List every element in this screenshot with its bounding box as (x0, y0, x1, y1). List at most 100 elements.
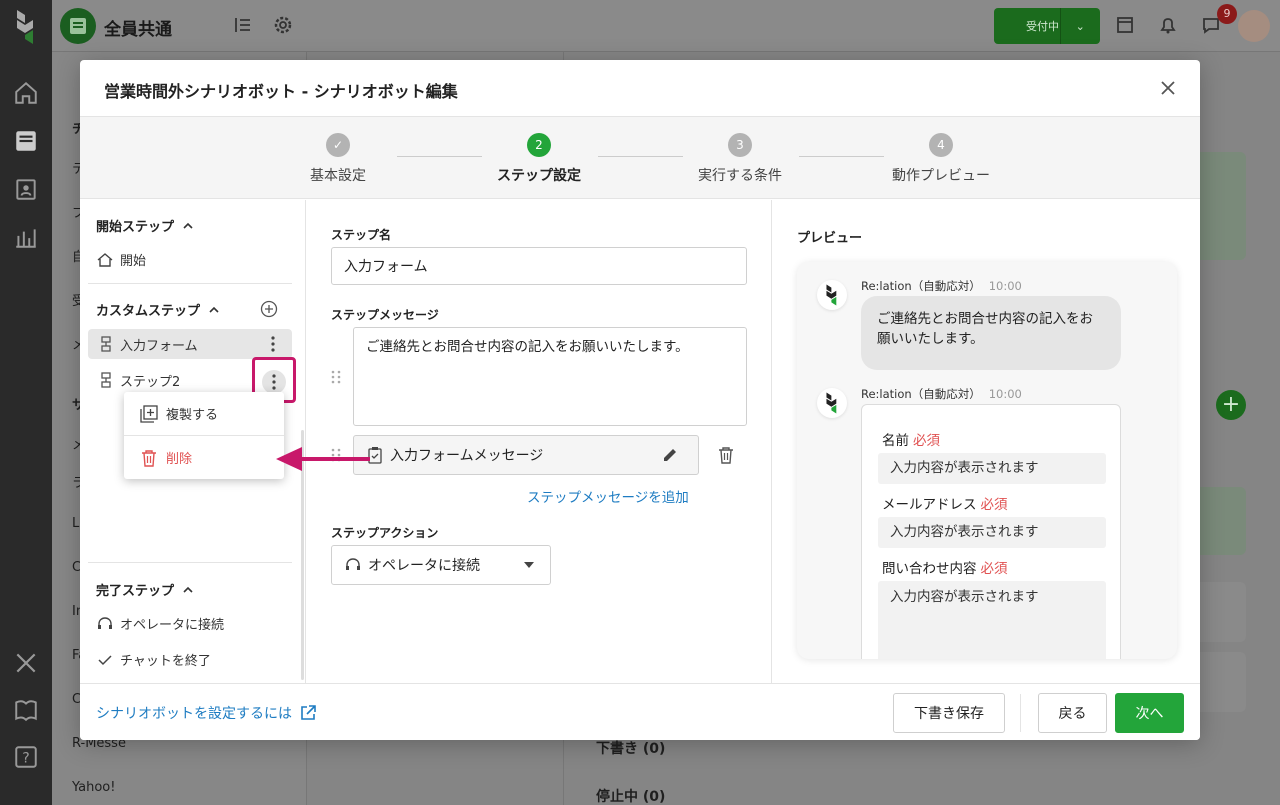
bot-name-line: Re:lation（自動応対） 10:00 (861, 278, 1022, 294)
close-icon[interactable] (1156, 76, 1180, 100)
step-name-input[interactable]: 入力フォーム (331, 247, 747, 285)
check-icon (98, 654, 112, 665)
progress-connector (799, 156, 884, 157)
finish-step-heading[interactable]: 完了ステップ (96, 580, 194, 599)
footer-divider (1020, 694, 1021, 732)
inbox-icon[interactable] (13, 128, 39, 154)
progress-step-basic[interactable]: ✓ 基本設定 (258, 133, 418, 185)
chevron-up-icon[interactable] (182, 220, 194, 232)
progress-connector (397, 156, 482, 157)
back-button[interactable]: 戻る (1038, 693, 1107, 733)
next-button[interactable]: 次へ (1115, 693, 1184, 733)
book-icon[interactable] (13, 697, 39, 723)
caret-down-icon (524, 562, 534, 568)
step-action-value: オペレータに接続 (368, 558, 480, 574)
modal-title: 営業時間外シナリオボット - シナリオボット編集 (104, 82, 458, 101)
section-label: カスタムステップ (96, 304, 201, 319)
field-label: 名前 (882, 433, 909, 449)
app-logo (826, 392, 837, 414)
delete-menu-item[interactable]: 削除 (140, 448, 192, 467)
custom-step-item[interactable]: 入力フォーム (88, 329, 292, 359)
bot-name: Re:lation（自動応対） (861, 387, 981, 401)
form-field-label: 名前 必須 (882, 429, 940, 449)
form-message-label: 入力フォームメッセージ (390, 448, 544, 464)
step-node-icon (101, 336, 111, 352)
workspace-title[interactable]: 全員共通 (104, 15, 172, 40)
add-step-icon[interactable] (260, 300, 278, 318)
archive-icon[interactable] (1114, 14, 1136, 36)
stopped-heading[interactable]: 停止中 (0) (596, 786, 665, 805)
external-link-icon (301, 705, 316, 720)
chevron-up-icon[interactable] (182, 584, 194, 596)
section-label: 完了ステップ (96, 584, 175, 599)
step-action-label: ステップアクション (331, 526, 439, 540)
step-message-textarea[interactable]: ご連絡先とお問合せ内容の記入をお願いいたします。 (353, 327, 747, 426)
chat-bubble: ご連絡先とお問合せ内容の記入をお願いいたします。 (861, 296, 1121, 370)
step-message-label: ステップメッセージ (331, 308, 439, 322)
headset-icon (98, 616, 112, 629)
annotation-arrow (276, 447, 370, 471)
message-time: 10:00 (988, 387, 1022, 401)
report-icon[interactable] (13, 224, 39, 250)
chevron-up-icon[interactable] (208, 304, 220, 316)
required-badge: 必須 (980, 561, 1008, 577)
home-icon[interactable] (13, 80, 39, 106)
step-number: 3 (728, 133, 752, 157)
bot-avatar (817, 280, 847, 310)
field-label: メールアドレス (882, 497, 977, 513)
duplicate-menu-item[interactable]: 複製する (140, 404, 218, 423)
pencil-icon[interactable] (661, 446, 679, 464)
bg-add-button[interactable]: + (1216, 390, 1246, 420)
progress-connector (598, 156, 683, 157)
progress-step-conditions[interactable]: 3 実行する条件 (660, 133, 820, 185)
start-step-item[interactable]: 開始 (96, 250, 146, 269)
start-step-heading[interactable]: 開始ステップ (96, 216, 194, 235)
step-number: 2 (527, 133, 551, 157)
tools-icon[interactable] (13, 650, 39, 676)
more-vertical-icon[interactable] (271, 336, 275, 352)
workspace-icon[interactable] (60, 8, 96, 44)
step-progress: ✓ 基本設定 2 ステップ設定 3 実行する条件 4 動作プレビュー (80, 116, 1200, 199)
save-draft-button[interactable]: 下書き保存 (893, 693, 1005, 733)
required-badge: 必須 (913, 433, 940, 449)
progress-step-label: 基本設定 (310, 168, 366, 184)
global-nav: ? (0, 0, 52, 805)
copy-add-icon (140, 404, 158, 423)
status-button[interactable]: 受付中 ⌄ (994, 8, 1100, 44)
avatar[interactable] (1238, 10, 1270, 42)
drafts-heading[interactable]: 下書き (0) (596, 738, 665, 758)
progress-step-steps[interactable]: 2 ステップ設定 (459, 133, 619, 185)
home-icon (97, 252, 113, 267)
gear-icon[interactable] (272, 14, 294, 36)
finish-step-end-chat[interactable]: チャットを終了 (96, 650, 211, 669)
contacts-icon[interactable] (13, 176, 39, 202)
custom-step-heading[interactable]: カスタムステップ (96, 300, 220, 319)
bg-sidebar-item: Yahoo! (72, 780, 116, 795)
help-link[interactable]: シナリオボットを設定するには (96, 703, 316, 723)
preview-title: プレビュー (797, 231, 863, 246)
check-icon: ✓ (326, 133, 350, 157)
section-label: 開始ステップ (96, 220, 175, 235)
chevron-down-icon[interactable]: ⌄ (1061, 20, 1100, 33)
step-form-panel: ステップ名 入力フォーム ステップメッセージ ご連絡先とお問合せ内容の記入をお願… (307, 200, 772, 683)
trash-icon[interactable] (717, 446, 735, 464)
help-icon[interactable]: ? (13, 744, 39, 770)
bg-sidebar-item: L (72, 516, 80, 531)
sort-icon[interactable] (232, 14, 254, 36)
duplicate-label: 複製する (166, 408, 219, 423)
form-message-row[interactable]: 入力フォームメッセージ (353, 435, 699, 475)
step-action-select[interactable]: オペレータに接続 (331, 545, 551, 585)
progress-step-label: 動作プレビュー (892, 168, 990, 184)
message-time: 10:00 (988, 279, 1022, 293)
step-number: 4 (929, 133, 953, 157)
chat-preview: Re:lation（自動応対） 10:00 ご連絡先とお問合せ内容の記入をお願いい… (797, 262, 1177, 659)
finish-step-operator[interactable]: オペレータに接続 (96, 614, 224, 633)
add-step-message-link[interactable]: ステップメッセージを追加 (527, 486, 689, 506)
start-step-label: 開始 (120, 254, 147, 269)
divider (124, 435, 284, 436)
status-label: 受付中 (1026, 20, 1059, 33)
step-name-label: ステップ名 (331, 228, 392, 242)
bell-icon[interactable] (1157, 14, 1179, 36)
progress-step-preview[interactable]: 4 動作プレビュー (861, 133, 1021, 185)
drag-handle-icon[interactable] (331, 370, 341, 384)
